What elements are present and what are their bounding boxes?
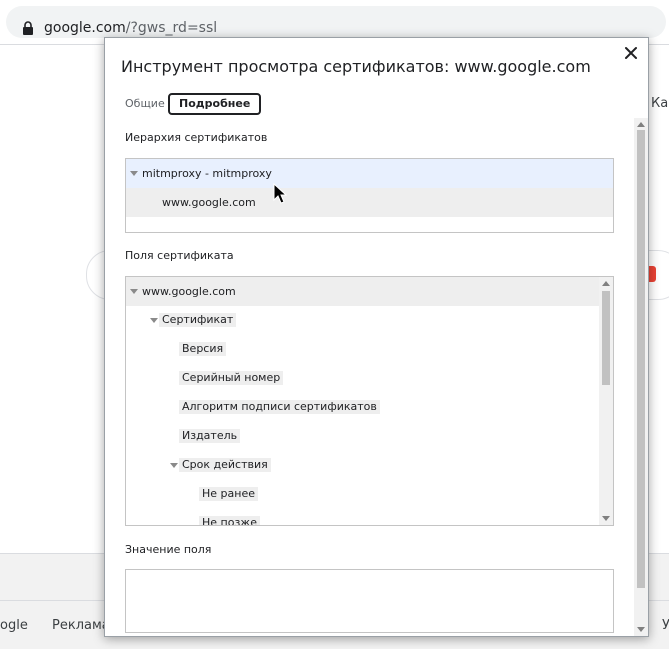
url-path: /?gws_rd=ssl	[125, 20, 218, 36]
omnibox[interactable]: google.com/?gws_rd=ssl	[6, 6, 666, 38]
dialog-content: Иерархия сертификатов mitmproxy - mitmpr…	[105, 118, 636, 636]
field-value-box[interactable]	[125, 569, 614, 633]
tree-item-label: Серийный номер	[179, 371, 284, 385]
tree-item-label: www.google.com	[142, 285, 236, 298]
tree-item-field[interactable]: Не позже	[126, 509, 599, 525]
background-footer-link[interactable]: ogle	[0, 618, 28, 633]
fields-scrollbar-thumb[interactable]	[602, 291, 610, 385]
tab-general[interactable]: Общие	[117, 93, 173, 115]
scroll-up-arrow-icon[interactable]	[602, 281, 610, 286]
scroll-down-arrow-icon[interactable]	[637, 627, 645, 632]
tree-item-label: Не ранее	[199, 487, 258, 501]
tree-item-label: Издатель	[179, 429, 241, 443]
tree-item-hierarchy[interactable]: mitmproxy - mitmproxy	[126, 159, 613, 188]
tree-item-hierarchy[interactable]: www.google.com	[126, 188, 613, 217]
scroll-up-arrow-icon[interactable]	[637, 122, 645, 127]
dialog-scrollbar-thumb[interactable]	[637, 130, 645, 588]
field-value-label: Значение поля	[125, 543, 212, 556]
expand-triangle-icon[interactable]	[130, 289, 138, 294]
background-footer-right-link[interactable]: У	[662, 618, 669, 633]
tree-item-field[interactable]: Не ранее	[126, 480, 599, 509]
tree-item-label: Алгоритм подписи сертификатов	[179, 400, 380, 414]
expand-triangle-icon[interactable]	[150, 318, 158, 323]
tree-item-field[interactable]: Срок действия	[126, 451, 599, 480]
expand-triangle-icon[interactable]	[170, 463, 178, 468]
tree-item-field[interactable]: Алгоритм подписи сертификатов	[126, 393, 599, 422]
hierarchy-tree[interactable]: mitmproxy - mitmproxy www.google.com	[125, 158, 614, 233]
tree-item-label: www.google.com	[162, 196, 256, 209]
certificate-viewer-dialog: Инструмент просмотра сертификатов: www.g…	[104, 37, 649, 637]
dialog-scrollbar[interactable]	[634, 118, 648, 636]
background-footer-ad-link[interactable]: Реклама	[52, 618, 110, 633]
hierarchy-label: Иерархия сертификатов	[125, 131, 268, 144]
tree-item-label: Сертификат	[159, 313, 237, 327]
tree-item-label: Не позже	[199, 516, 260, 525]
fields-scrollbar[interactable]	[599, 277, 613, 525]
tree-item-field[interactable]: www.google.com	[126, 277, 599, 306]
expand-triangle-icon[interactable]	[130, 171, 138, 176]
url-host: google.com	[44, 20, 126, 36]
dialog-title: Инструмент просмотра сертификатов: www.g…	[121, 57, 591, 76]
tree-item-label: mitmproxy - mitmproxy	[142, 167, 272, 180]
tree-item-field[interactable]: Версия	[126, 335, 599, 364]
tree-item-field[interactable]: Издатель	[126, 422, 599, 451]
scroll-down-arrow-icon[interactable]	[602, 516, 610, 521]
tree-item-field[interactable]: Серийный номер	[126, 364, 599, 393]
url-text[interactable]: google.com/?gws_rd=ssl	[44, 19, 217, 37]
fields-tree[interactable]: www.google.com Сертификат Версия Серийны…	[125, 276, 614, 526]
tree-item-label: Срок действия	[179, 458, 271, 472]
tree-item-field[interactable]: Сертификат	[126, 306, 599, 335]
fields-label: Поля сертификата	[125, 249, 234, 262]
close-icon[interactable]	[620, 42, 642, 64]
tree-item-label: Версия	[179, 342, 227, 356]
lock-icon[interactable]	[22, 21, 34, 35]
background-nav-text[interactable]: Кар	[651, 96, 669, 111]
tab-details[interactable]: Подробнее	[168, 93, 262, 115]
